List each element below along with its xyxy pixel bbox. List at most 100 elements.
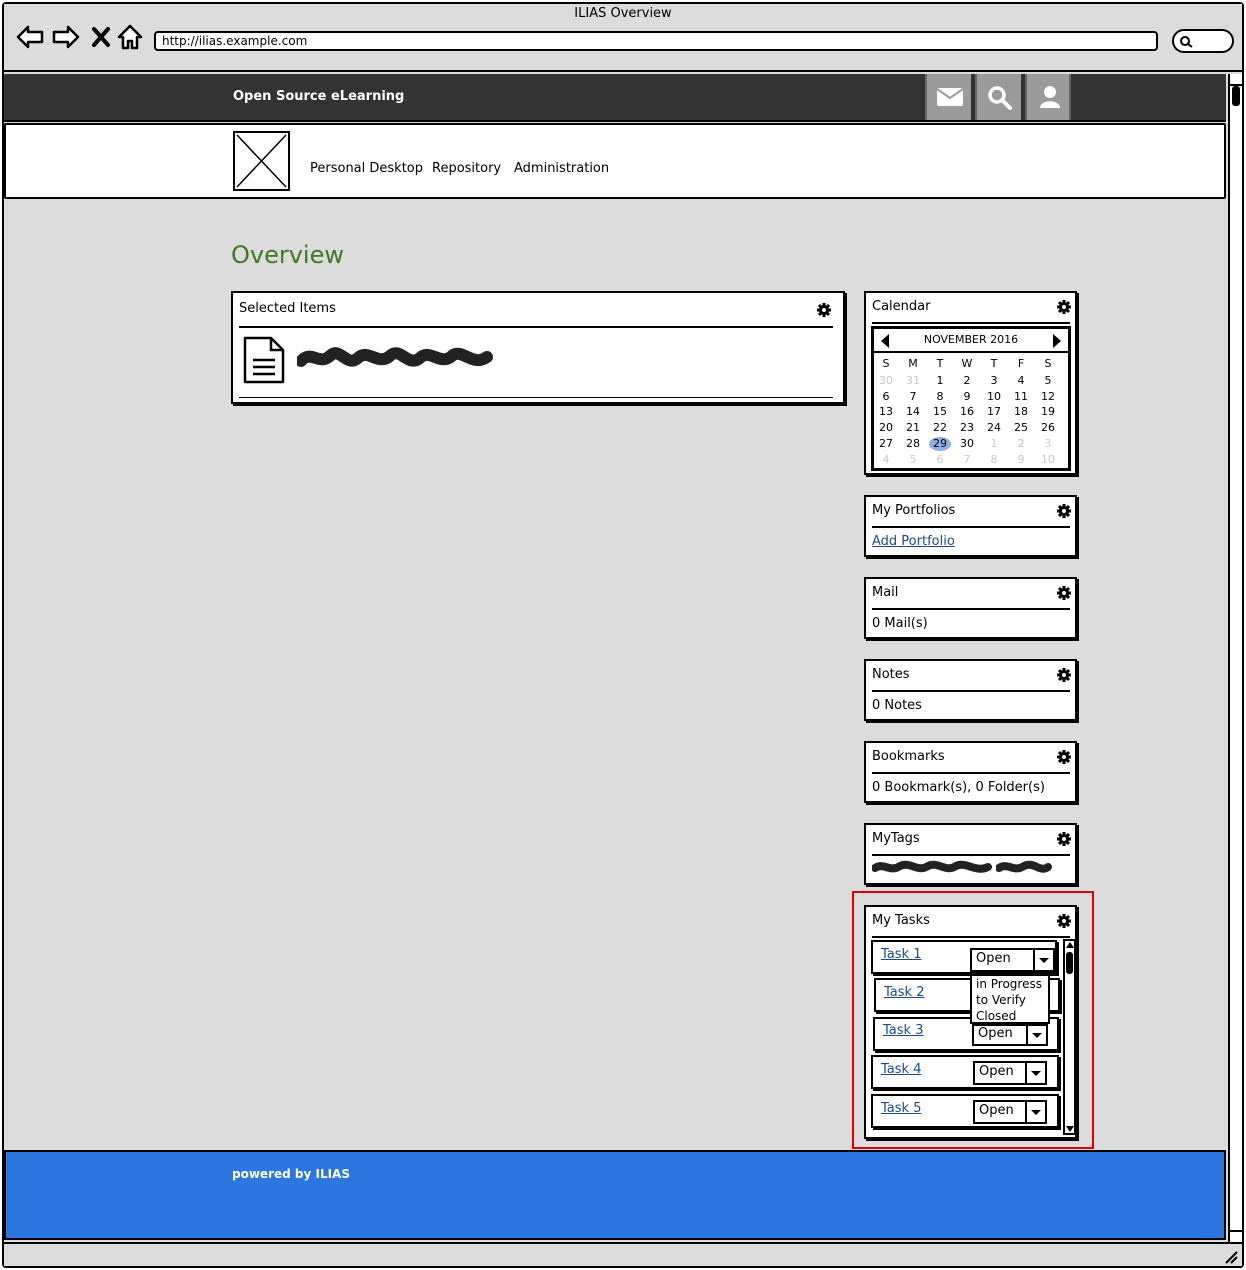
- calendar-day[interactable]: 14: [902, 405, 924, 419]
- calendar-day[interactable]: 23: [956, 421, 978, 435]
- back-icon[interactable]: [15, 22, 45, 52]
- calendar-day[interactable]: 7: [956, 453, 978, 467]
- stop-icon[interactable]: [87, 22, 117, 52]
- portfolios-title: My Portfolios: [872, 503, 956, 518]
- selected-items-panel: Selected Items: [231, 291, 845, 404]
- address-bar[interactable]: http://ilias.example.com: [154, 31, 1158, 51]
- gear-icon[interactable]: [1056, 503, 1072, 519]
- main-menu-bar: [4, 123, 1226, 199]
- calendar-day[interactable]: 19: [1037, 405, 1059, 419]
- calendar-day[interactable]: 15: [929, 405, 951, 419]
- gear-icon[interactable]: [1056, 585, 1072, 601]
- search-icon: [988, 86, 1012, 110]
- calendar-day[interactable]: 30: [956, 437, 978, 451]
- magnifier-icon: [1180, 36, 1193, 48]
- calendar-day[interactable]: 8: [929, 390, 951, 404]
- redacted-tag[interactable]: [996, 859, 1052, 875]
- divider: [872, 690, 1070, 692]
- gear-icon[interactable]: [1056, 299, 1072, 315]
- calendar-day[interactable]: 9: [1010, 453, 1032, 467]
- scroll-thumb[interactable]: [1232, 86, 1240, 106]
- calendar-day[interactable]: 16: [956, 405, 978, 419]
- logo-placeholder: [233, 131, 290, 191]
- scroll-up-arrow[interactable]: [1230, 74, 1242, 86]
- weekday-label: M: [908, 357, 918, 370]
- mail-count: 0 Mail(s): [872, 616, 928, 631]
- next-month-icon[interactable]: [1052, 334, 1062, 348]
- mail-button[interactable]: [925, 74, 971, 120]
- calendar-day[interactable]: 25: [1010, 421, 1032, 435]
- calendar-day[interactable]: 10: [983, 390, 1005, 404]
- calendar-day[interactable]: 12: [1037, 390, 1059, 404]
- portfolios-panel: My Portfolios Add Portfolio: [864, 495, 1077, 557]
- calendar-day[interactable]: 1: [983, 437, 1005, 451]
- calendar-day[interactable]: 8: [983, 453, 1005, 467]
- status-bar: [4, 1242, 1242, 1266]
- calendar-day[interactable]: 27: [875, 437, 897, 451]
- user-icon: [1040, 86, 1060, 108]
- weekday-label: S: [882, 357, 890, 370]
- calendar-day[interactable]: 3: [983, 374, 1005, 388]
- calendar-day[interactable]: 5: [1037, 374, 1059, 388]
- tags-title: MyTags: [872, 831, 920, 846]
- divider: [872, 608, 1070, 610]
- divider: [872, 772, 1070, 774]
- calendar-day[interactable]: 6: [929, 453, 951, 467]
- calendar-day[interactable]: 29: [929, 436, 951, 451]
- user-button[interactable]: [1025, 74, 1071, 120]
- calendar-day[interactable]: 20: [875, 421, 897, 435]
- scroll-down-arrow[interactable]: [1230, 1230, 1242, 1242]
- notes-count: 0 Notes: [872, 698, 922, 713]
- bookmarks-title: Bookmarks: [872, 749, 945, 764]
- menu-personal-desktop[interactable]: Personal Desktop: [310, 161, 423, 176]
- redacted-tag[interactable]: [872, 859, 992, 875]
- search-button[interactable]: [975, 74, 1021, 120]
- gear-icon[interactable]: [1056, 831, 1072, 847]
- calendar-day[interactable]: 5: [902, 453, 924, 467]
- calendar-day[interactable]: 7: [902, 390, 924, 404]
- calendar-day[interactable]: 9: [956, 390, 978, 404]
- calendar-day[interactable]: 10: [1037, 453, 1059, 467]
- selected-items-title: Selected Items: [239, 301, 336, 316]
- weekday-label: S: [1044, 357, 1052, 370]
- gear-icon[interactable]: [816, 302, 832, 318]
- menu-repository[interactable]: Repository: [432, 161, 501, 176]
- page-scrollbar[interactable]: [1228, 74, 1242, 1242]
- calendar-day[interactable]: 13: [875, 405, 897, 419]
- calendar-day[interactable]: 2: [1010, 437, 1032, 451]
- resize-grip-icon[interactable]: [1222, 1248, 1238, 1264]
- calendar-day[interactable]: 11: [1010, 390, 1032, 404]
- redacted-item-title[interactable]: [297, 345, 493, 373]
- calendar-day[interactable]: 28: [902, 437, 924, 451]
- calendar-day[interactable]: 31: [902, 374, 924, 388]
- menu-administration[interactable]: Administration: [514, 161, 609, 176]
- home-icon[interactable]: [116, 22, 146, 52]
- calendar-grid: NOVEMBER 2016 S M T W T F S 30 31 1 2 3 4 5 6 7 8 9 10 11 12…: [871, 326, 1071, 471]
- window-title: ILIAS Overview: [574, 6, 672, 21]
- calendar-day[interactable]: 24: [983, 421, 1005, 435]
- calendar-day[interactable]: 17: [983, 405, 1005, 419]
- forward-icon[interactable]: [51, 22, 81, 52]
- calendar-day[interactable]: 6: [875, 390, 897, 404]
- add-portfolio-link[interactable]: Add Portfolio: [872, 534, 955, 549]
- calendar-day[interactable]: 2: [956, 374, 978, 388]
- calendar-day[interactable]: 4: [875, 453, 897, 467]
- bookmarks-count: 0 Bookmark(s), 0 Folder(s): [872, 780, 1045, 795]
- calendar-day[interactable]: 21: [902, 421, 924, 435]
- calendar-day[interactable]: 3: [1037, 437, 1059, 451]
- calendar-day[interactable]: 4: [1010, 374, 1032, 388]
- browser-search-field[interactable]: [1172, 29, 1234, 53]
- divider: [239, 397, 833, 398]
- calendar-day[interactable]: 1: [929, 374, 951, 388]
- calendar-day[interactable]: 22: [929, 421, 951, 435]
- gear-icon[interactable]: [1056, 667, 1072, 683]
- image-placeholder-icon: [236, 134, 287, 188]
- calendar-day[interactable]: 30: [875, 374, 897, 388]
- document-icon[interactable]: [243, 336, 285, 384]
- bookmarks-panel: Bookmarks 0 Bookmark(s), 0 Folder(s): [864, 741, 1077, 803]
- calendar-day[interactable]: 18: [1010, 405, 1032, 419]
- weekday-label: T: [990, 357, 998, 370]
- calendar-day[interactable]: 26: [1037, 421, 1059, 435]
- divider: [239, 326, 833, 328]
- gear-icon[interactable]: [1056, 749, 1072, 765]
